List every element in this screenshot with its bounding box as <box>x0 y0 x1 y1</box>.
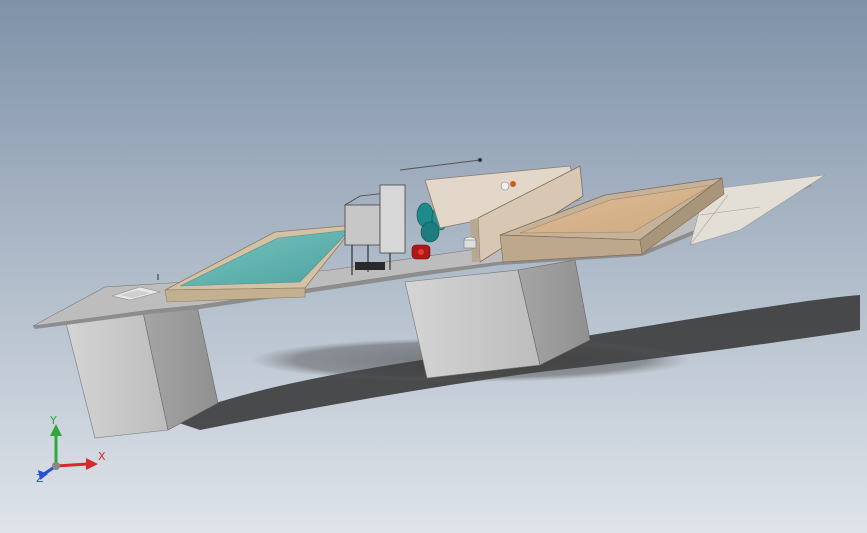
x-axis-arrow <box>55 458 98 470</box>
3d-model-scene[interactable] <box>0 0 867 533</box>
triad-origin <box>52 462 60 470</box>
z-axis-label: Z <box>36 472 44 485</box>
small-container[interactable] <box>463 236 477 249</box>
red-pump[interactable] <box>411 244 431 260</box>
cad-viewport[interactable]: Y X Z <box>0 0 867 533</box>
x-axis-label: X <box>98 450 106 463</box>
coordinate-triad: Y X Z <box>36 414 106 485</box>
y-axis-label: Y <box>49 414 57 427</box>
y-axis-arrow <box>50 424 62 466</box>
